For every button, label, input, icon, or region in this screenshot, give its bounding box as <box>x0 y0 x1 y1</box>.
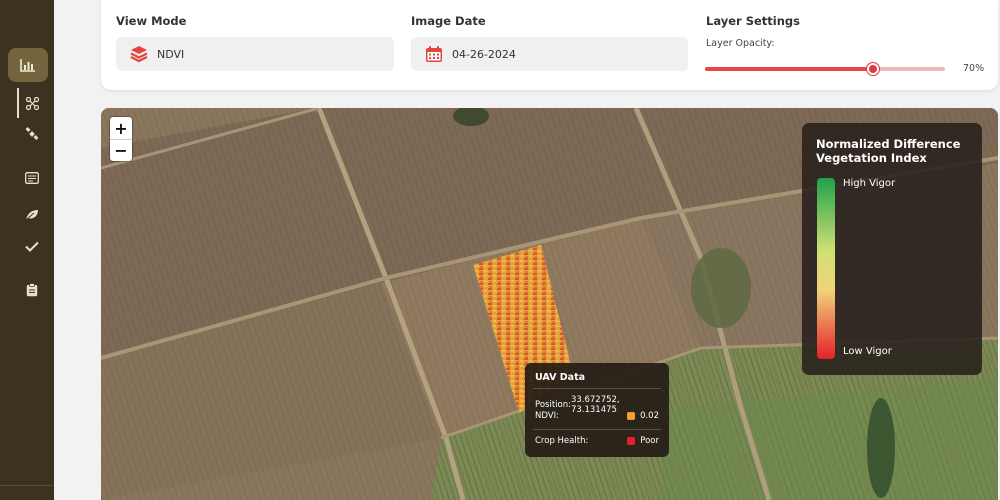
list-icon <box>25 172 39 184</box>
sidebar-item-list[interactable] <box>20 167 44 189</box>
map-view[interactable]: + − Normalized Difference Vegetation Ind… <box>101 108 998 500</box>
ndvi-label: NDVI: <box>535 411 559 421</box>
legend-title: Normalized Difference Vegetation Index <box>816 137 961 165</box>
crop-health-swatch <box>627 437 636 445</box>
bar-chart-icon <box>20 59 35 72</box>
legend-high-label: High Vigor <box>843 178 896 189</box>
leaf-icon <box>25 210 38 221</box>
view-mode-title: View Mode <box>116 14 187 28</box>
sidebar-item-crop[interactable] <box>20 204 44 226</box>
sidebar-item-reports[interactable] <box>20 279 44 301</box>
sidebar-item-drone[interactable] <box>20 92 44 114</box>
view-mode-select[interactable]: NDVI <box>116 37 394 71</box>
tooltip-divider <box>533 429 661 430</box>
zoom-control: + − <box>110 117 132 161</box>
crop-health-label: Crop Health: <box>535 436 589 446</box>
slider-fill <box>705 67 873 71</box>
satellite-icon <box>25 127 39 140</box>
layer-opacity-value: 70% <box>963 63 985 74</box>
control-panel: View Mode NDVI Image Date 04-26-2024 Lay… <box>101 0 998 90</box>
image-date-picker[interactable]: 04-26-2024 <box>411 37 688 71</box>
ndvi-value: 0.02 <box>640 411 659 421</box>
image-date-value: 04-26-2024 <box>452 47 516 61</box>
slider-thumb[interactable] <box>867 63 879 75</box>
clipboard-icon <box>26 283 38 297</box>
calendar-icon <box>423 43 445 65</box>
sidebar-item-analytics[interactable] <box>8 48 48 82</box>
drone-icon <box>25 96 39 110</box>
layer-settings-title: Layer Settings <box>706 14 800 28</box>
image-date-title: Image Date <box>411 14 486 28</box>
ndvi-legend: Normalized Difference Vegetation Index H… <box>802 123 982 375</box>
legend-low-label: Low Vigor <box>843 346 892 357</box>
tooltip-divider <box>533 388 661 389</box>
ndvi-swatch <box>627 412 636 420</box>
tooltip-health-row: Crop Health: Poor <box>535 436 659 446</box>
zoom-out-button[interactable]: − <box>110 139 132 161</box>
tooltip-ndvi-row: NDVI: 0.02 <box>535 411 659 421</box>
zoom-in-button[interactable]: + <box>110 117 132 139</box>
view-mode-value: NDVI <box>157 47 185 61</box>
layer-opacity-slider[interactable] <box>705 63 945 75</box>
sidebar-item-satellite[interactable] <box>20 123 44 145</box>
active-indicator <box>17 88 19 118</box>
sidebar <box>0 0 54 500</box>
tooltip-title: UAV Data <box>535 372 586 383</box>
sidebar-item-approve[interactable] <box>20 235 44 257</box>
position-label: Position: <box>535 400 571 410</box>
crop-health-value: Poor <box>640 436 659 446</box>
legend-gradient <box>817 178 835 359</box>
sidebar-divider <box>0 485 54 486</box>
layer-opacity-label: Layer Opacity: <box>706 38 775 49</box>
check-icon <box>25 241 39 252</box>
layers-icon <box>128 43 150 65</box>
uav-data-tooltip: UAV Data Position: 33.672752, 73.131475 … <box>525 363 669 457</box>
